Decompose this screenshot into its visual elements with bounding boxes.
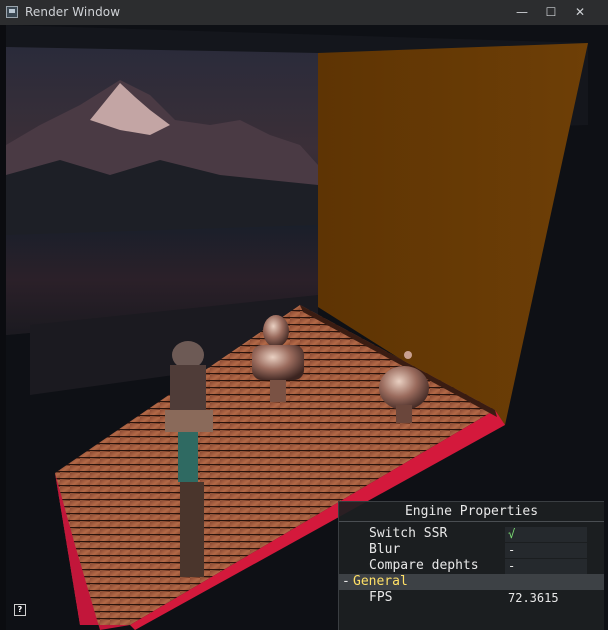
app-icon [6,6,18,18]
close-icon[interactable]: ✕ [566,2,594,22]
blur-label: Blur [369,542,401,557]
blur-row[interactable]: Blur - [339,542,604,558]
help-icon[interactable]: ? [14,604,26,616]
fps-value: 72.3615 [508,591,559,605]
panel-title: Engine Properties [339,502,604,522]
maximize-icon[interactable]: ☐ [537,2,565,22]
window-title: Render Window [25,5,121,19]
compare-depths-checkbox[interactable]: - [505,559,587,574]
3d-viewport[interactable]: Engine Properties Switch SSR √ Blur - Co… [0,25,608,630]
compare-depths-label: Compare dephts [369,558,479,573]
fps-label: FPS [369,590,393,605]
switch-ssr-row[interactable]: Switch SSR √ [339,526,604,542]
collapse-toggle-icon[interactable]: - [342,574,350,589]
compare-depths-row[interactable]: Compare dephts - [339,558,604,574]
switch-ssr-checkbox[interactable]: √ [505,527,587,542]
general-group-header[interactable]: - General [339,574,604,590]
fps-row: FPS 72.3615 [339,590,604,606]
blur-checkbox[interactable]: - [505,543,587,558]
render-window: Render Window — ☐ ✕ Engine Properties Sw… [0,0,608,630]
title-bar[interactable]: Render Window — ☐ ✕ [0,0,608,25]
minimize-icon[interactable]: — [508,2,536,22]
switch-ssr-label: Switch SSR [369,526,448,541]
engine-properties-panel: Engine Properties Switch SSR √ Blur - Co… [338,501,604,630]
general-group-label: General [353,574,408,589]
